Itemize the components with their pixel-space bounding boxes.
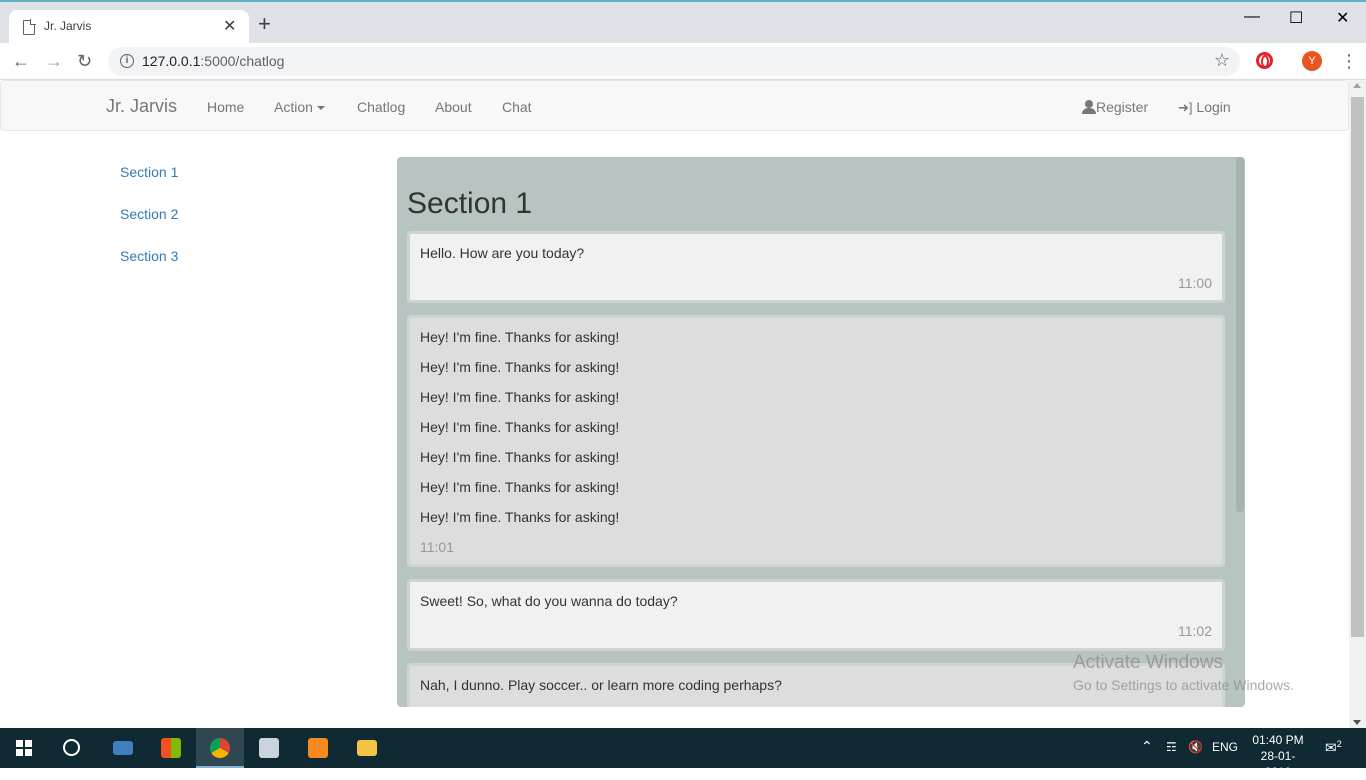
wifi-icon[interactable]: ☶ <box>1166 740 1177 754</box>
message-text: Hello. How are you today? <box>420 245 585 261</box>
clock-time: 01:40 PM <box>1252 733 1304 747</box>
sublime-text-icon <box>308 738 328 758</box>
nav-home[interactable]: Home <box>207 99 244 115</box>
chevron-up-icon[interactable]: ⌃ <box>1141 738 1153 755</box>
folder-icon <box>357 740 377 756</box>
message-time: 11:02 <box>1178 623 1212 639</box>
scroll-up-icon[interactable] <box>1353 83 1361 88</box>
tab-title: Jr. Jarvis <box>44 19 92 33</box>
chat-message: Hey! I'm fine. Thanks for asking! Hey! I… <box>407 315 1225 567</box>
taskbar-clock[interactable]: 01:40 PM 28-01-2019 <box>1250 732 1306 780</box>
maximize-button[interactable]: ☐ <box>1289 8 1303 28</box>
caret-down-icon <box>316 106 325 111</box>
message-text: Hey! I'm fine. Thanks for asking! <box>420 449 620 465</box>
chat-message: Hello. How are you today? 11:00 <box>407 231 1225 303</box>
panel-scrollbar[interactable] <box>1236 157 1244 512</box>
reload-icon[interactable]: ↻ <box>77 51 92 71</box>
navbar-brand[interactable]: Jr. Jarvis <box>106 96 177 117</box>
browser-tabstrip: Jr. Jarvis ✕ + — ☐ ✕ <box>0 0 1366 45</box>
message-text: Sweet! So, what do you wanna do today? <box>420 593 678 609</box>
nav-about[interactable]: About <box>435 99 472 115</box>
message-text: Hey! I'm fine. Thanks for asking! <box>420 479 620 495</box>
close-tab-icon[interactable]: ✕ <box>223 16 236 36</box>
menu-kebab-icon[interactable]: ⋮ <box>1340 51 1358 72</box>
browser-tab[interactable]: Jr. Jarvis ✕ <box>9 10 249 45</box>
forward-arrow-icon[interactable]: → <box>45 51 63 71</box>
clock-date: 28-01-2019 <box>1260 749 1296 779</box>
taskbar-app-explorer[interactable] <box>343 728 391 768</box>
back-arrow-icon[interactable]: ← <box>12 51 30 71</box>
taskbar-app-laptop[interactable] <box>99 728 147 768</box>
cortana-icon[interactable] <box>63 739 80 756</box>
taskbar-app-store[interactable] <box>147 728 195 768</box>
taskbar-app-chrome[interactable] <box>196 728 244 768</box>
opera-extension-icon[interactable] <box>1256 52 1273 69</box>
bookmark-star-icon[interactable]: ☆ <box>1214 50 1230 71</box>
nav-login[interactable]: ➜] Login <box>1178 99 1231 116</box>
taskbar-app-sublime[interactable] <box>294 728 342 768</box>
notification-icon[interactable]: ✉2 <box>1325 739 1342 757</box>
volume-muted-icon[interactable]: 🔇 <box>1188 740 1203 754</box>
top-navbar: Jr. Jarvis Home Action Chatlog About Cha… <box>0 80 1349 131</box>
nav-chatlog[interactable]: Chatlog <box>357 99 405 115</box>
windows-taskbar: ⌃ ☶ 🔇 ENG 01:40 PM 28-01-2019 ✉2 <box>0 728 1366 779</box>
page-scrollbar[interactable] <box>1349 80 1366 728</box>
login-icon: ➜] <box>1178 100 1193 115</box>
url-text: 127.0.0.1:5000/chatlog <box>142 53 285 69</box>
activate-windows-subtitle: Go to Settings to activate Windows. <box>1073 677 1294 693</box>
sidenav-section-3[interactable]: Section 3 <box>120 248 178 264</box>
profile-avatar[interactable]: Y <box>1302 51 1322 71</box>
chatlog-panel: Section 1 Hello. How are you today? 11:0… <box>397 157 1245 707</box>
page-viewport: Jr. Jarvis Home Action Chatlog About Cha… <box>0 80 1366 728</box>
store-icon <box>161 738 181 758</box>
browser-toolbar: ← → ↻ i 127.0.0.1:5000/chatlog ☆ Y ⋮ <box>0 43 1366 80</box>
activate-windows-title: Activate Windows <box>1073 652 1223 673</box>
user-icon <box>1082 100 1096 114</box>
sidenav-section-2[interactable]: Section 2 <box>120 206 178 222</box>
taskbar-app-monitor[interactable] <box>245 728 293 768</box>
nav-register[interactable]: Register <box>1082 99 1148 115</box>
close-window-button[interactable]: ✕ <box>1336 8 1349 28</box>
message-text: Hey! I'm fine. Thanks for asking! <box>420 509 620 525</box>
message-text: Hey! I'm fine. Thanks for asking! <box>420 359 620 375</box>
nav-action-dropdown[interactable]: Action <box>274 99 325 115</box>
section-title: Section 1 <box>407 187 533 220</box>
message-text: Hey! I'm fine. Thanks for asking! <box>420 329 620 345</box>
site-info-icon[interactable]: i <box>120 54 134 68</box>
monitor-icon <box>259 738 279 758</box>
scrollbar-thumb[interactable] <box>1351 97 1364 637</box>
laptop-icon <box>113 741 133 755</box>
message-text: Nah, I dunno. Play soccer.. or learn mor… <box>420 677 782 693</box>
chat-message: Sweet! So, what do you wanna do today? 1… <box>407 579 1225 651</box>
message-text: Hey! I'm fine. Thanks for asking! <box>420 419 620 435</box>
new-tab-button[interactable]: + <box>258 13 271 35</box>
message-time: 11:00 <box>1178 275 1212 291</box>
chrome-icon <box>210 738 230 758</box>
scroll-down-icon[interactable] <box>1353 720 1361 725</box>
language-indicator[interactable]: ENG <box>1212 740 1238 754</box>
nav-chat[interactable]: Chat <box>502 99 532 115</box>
windows-start-icon[interactable] <box>16 740 32 756</box>
minimize-button[interactable]: — <box>1244 8 1260 26</box>
message-time: 11:01 <box>420 539 454 555</box>
address-bar[interactable]: i 127.0.0.1:5000/chatlog ☆ <box>108 47 1240 76</box>
message-text: Hey! I'm fine. Thanks for asking! <box>420 389 620 405</box>
page-icon <box>23 19 36 35</box>
sidenav-section-1[interactable]: Section 1 <box>120 164 178 180</box>
